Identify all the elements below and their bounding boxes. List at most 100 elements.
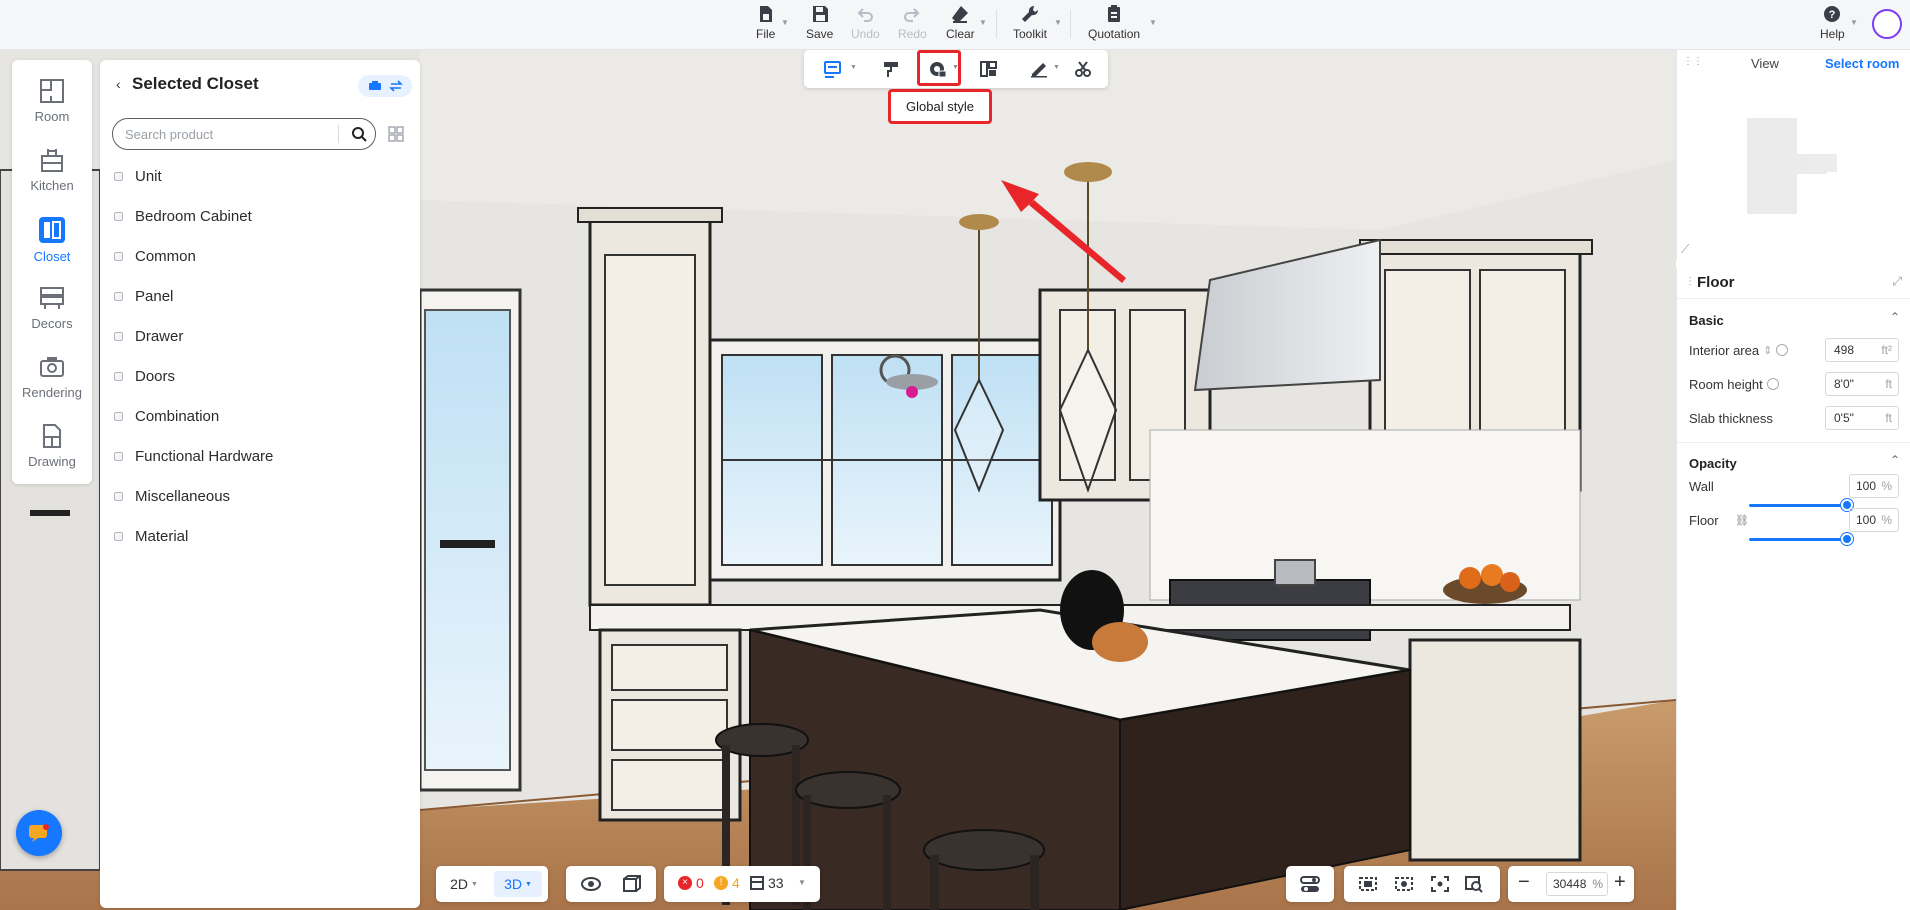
search-input[interactable] xyxy=(125,119,345,149)
floor-opacity-slider[interactable] xyxy=(1749,538,1847,541)
zoom-in-button[interactable]: + xyxy=(1614,872,1626,892)
category-item[interactable]: Drawer xyxy=(114,321,404,351)
pen-ruler-icon xyxy=(1031,63,1047,78)
object-icon xyxy=(750,876,764,890)
room-minimap[interactable] xyxy=(1747,118,1857,218)
redo-button[interactable]: Redo xyxy=(898,4,927,41)
undo-button[interactable]: Undo xyxy=(851,4,880,41)
folder-icon xyxy=(114,211,123,221)
wall-opacity-field[interactable]: 100 % xyxy=(1849,474,1899,498)
file-button[interactable]: File xyxy=(756,4,775,41)
view-2d-button[interactable]: 2D ▼ xyxy=(442,871,486,897)
category-label: Panel xyxy=(135,287,174,305)
category-item[interactable]: Combination xyxy=(114,401,404,431)
collapse-opacity-icon[interactable]: ⌃ xyxy=(1890,453,1900,467)
category-item[interactable]: Common xyxy=(114,241,404,271)
room-height-row: Room height 8'0" ft xyxy=(1689,372,1899,396)
category-item[interactable]: Panel xyxy=(114,281,404,311)
expand-icon[interactable]: ⤢ xyxy=(1892,274,1902,289)
slab-thickness-row: Slab thickness 0'5" ft xyxy=(1689,406,1899,430)
error-icon: × xyxy=(678,876,692,890)
zoom-group: − 30448 % + xyxy=(1508,866,1634,902)
save-button[interactable]: Save xyxy=(806,4,833,41)
nav-item-kitchen[interactable]: Kitchen xyxy=(12,147,92,209)
camera-settings-icon[interactable] xyxy=(1394,875,1414,893)
category-item[interactable]: Doors xyxy=(114,361,404,391)
nav-item-closet[interactable]: Closet xyxy=(12,216,92,278)
collapse-basic-icon[interactable]: ⌃ xyxy=(1890,310,1900,324)
camera-frame-icon[interactable] xyxy=(1358,875,1378,893)
category-item[interactable]: Miscellaneous xyxy=(114,481,404,511)
view-switch-toggle[interactable] xyxy=(358,75,412,97)
zoom-out-button[interactable]: − xyxy=(1518,872,1530,892)
save-icon xyxy=(812,6,828,22)
floor-slider-handle[interactable] xyxy=(1841,533,1853,545)
sort-icon[interactable]: ⇕ xyxy=(1763,344,1772,357)
category-label: Bedroom Cabinet xyxy=(135,207,252,225)
nav-item-drawing[interactable]: Drawing xyxy=(12,423,92,485)
select-mode-caret-icon[interactable]: ▼ xyxy=(850,64,857,71)
room-height-label: Room height xyxy=(1689,376,1763,392)
zoom-region-icon[interactable] xyxy=(1464,875,1484,893)
cut-tool-button[interactable] xyxy=(1069,56,1099,82)
slab-thickness-field[interactable]: 0'5" ft xyxy=(1825,406,1899,430)
info-icon[interactable] xyxy=(1776,344,1789,356)
category-item[interactable]: Unit xyxy=(114,161,404,191)
paint-brush-button[interactable] xyxy=(877,56,907,82)
select-mode-button[interactable] xyxy=(818,56,848,82)
help-button[interactable]: ? Help xyxy=(1820,4,1845,41)
help-caret-icon[interactable]: ▼ xyxy=(1850,18,1858,27)
field-unit: % xyxy=(1881,513,1892,527)
fit-view-icon[interactable] xyxy=(1430,875,1450,893)
clear-caret-icon[interactable]: ▼ xyxy=(979,18,987,27)
properties-title: Floor xyxy=(1697,274,1735,291)
status-group[interactable]: × 0 ! 4 33 ▼ xyxy=(664,866,820,902)
zoom-field[interactable]: 30448 % xyxy=(1546,872,1608,896)
tab-view[interactable]: View xyxy=(1751,56,1779,71)
nav-item-room[interactable]: Room xyxy=(12,78,92,140)
measure-button[interactable] xyxy=(1024,56,1054,82)
resize-handle-icon[interactable]: ⟋ xyxy=(1681,242,1689,257)
nav-item-decors[interactable]: Decors xyxy=(12,285,92,347)
category-item[interactable]: Bedroom Cabinet xyxy=(114,201,404,231)
cube-icon[interactable] xyxy=(620,874,642,894)
toolbar-divider xyxy=(996,10,997,38)
layout-button[interactable] xyxy=(974,56,1004,82)
toolkit-button[interactable]: Toolkit xyxy=(1013,4,1047,41)
category-item[interactable]: Material xyxy=(114,521,404,551)
view-3d-button[interactable]: 3D ▼ xyxy=(494,871,542,897)
drag-handle-icon[interactable]: ⋮⋮ xyxy=(1683,56,1703,67)
search-icon[interactable] xyxy=(351,126,367,142)
category-item[interactable]: Functional Hardware xyxy=(114,441,404,471)
avatar[interactable] xyxy=(1872,9,1902,39)
drawing-icon xyxy=(43,424,61,448)
eye-icon[interactable] xyxy=(580,875,602,893)
category-label: Material xyxy=(135,527,189,545)
link-icon[interactable]: ⛓ xyxy=(1735,514,1749,527)
nav-label: Closet xyxy=(33,249,71,264)
tooltip-label: Global style xyxy=(906,99,974,114)
interior-area-field[interactable]: 498 ft² xyxy=(1825,338,1899,362)
quotation-button[interactable]: Quotation xyxy=(1088,4,1140,41)
grid-view-icon[interactable] xyxy=(388,126,404,142)
measure-caret-icon[interactable]: ▼ xyxy=(1053,64,1060,71)
decors-icon xyxy=(40,287,64,309)
interior-area-row: Interior area ⇕ 498 ft² xyxy=(1689,338,1899,362)
floor-opacity-field[interactable]: 100 % xyxy=(1849,508,1899,532)
info-icon[interactable] xyxy=(1766,378,1779,390)
slab-thickness-label: Slab thickness xyxy=(1689,410,1773,426)
tab-select-room[interactable]: Select room xyxy=(1825,56,1899,71)
category-label: Combination xyxy=(135,407,220,425)
clear-button[interactable]: Clear xyxy=(946,4,975,41)
wall-opacity-slider[interactable] xyxy=(1749,504,1847,507)
select-mode-icon xyxy=(824,61,841,78)
file-icon xyxy=(759,6,772,22)
toggle-settings-icon[interactable] xyxy=(1300,875,1320,893)
chat-button[interactable] xyxy=(16,810,62,856)
room-height-field[interactable]: 8'0" ft xyxy=(1825,372,1899,396)
toolkit-caret-icon[interactable]: ▼ xyxy=(1054,18,1062,27)
nav-item-rendering[interactable]: Rendering xyxy=(12,354,92,416)
file-caret-icon[interactable]: ▼ xyxy=(781,18,789,27)
back-chevron-icon[interactable]: ‹ xyxy=(116,76,121,92)
quotation-caret-icon[interactable]: ▼ xyxy=(1149,18,1157,27)
